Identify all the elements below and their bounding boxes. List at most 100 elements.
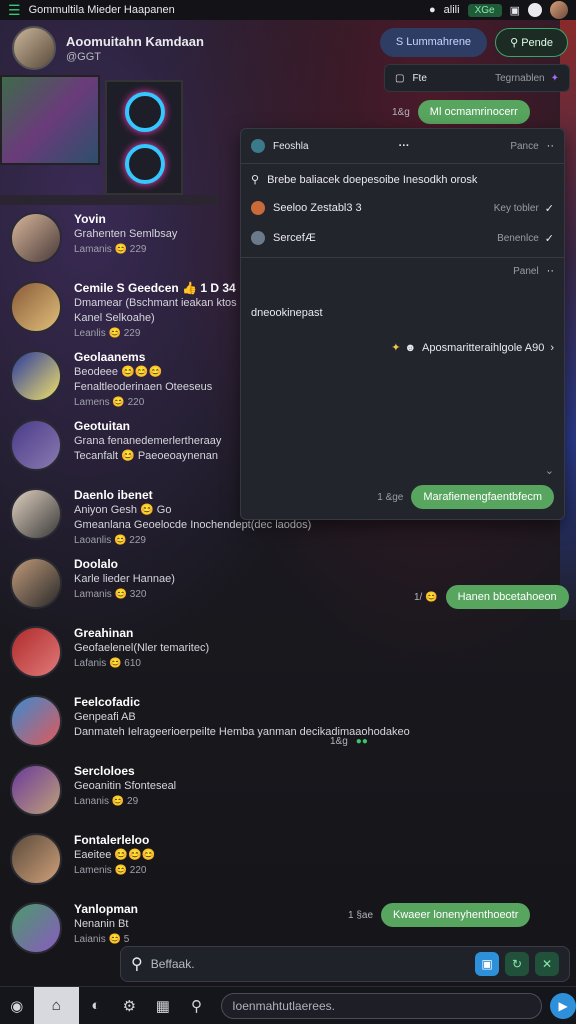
message-time: 1 §ae bbox=[348, 909, 374, 921]
message-time: 1 &ge bbox=[377, 491, 404, 503]
contact-text: Sercloloes Geoanitin Sfonteseal Lananis 😊 … bbox=[74, 764, 176, 833]
chevron-down-icon[interactable]: ⌄ bbox=[545, 464, 554, 477]
panel-label-row: dneookinepast bbox=[251, 307, 554, 319]
contact-time: Leanlis 😊 229 bbox=[74, 328, 141, 339]
status-label: alili bbox=[443, 4, 460, 16]
more-icon[interactable]: ··· bbox=[399, 140, 410, 152]
contact-avatar bbox=[10, 626, 62, 678]
panel-section-right[interactable]: Panel bbox=[513, 266, 539, 277]
secondary-action-button[interactable]: ⚲ Pende bbox=[495, 28, 568, 57]
contacts-icon[interactable]: ◐ bbox=[79, 989, 113, 1023]
contact-list-item[interactable]: Greahinan Geofaelenel(Nler temaritec) Lafa… bbox=[10, 626, 250, 695]
panel-item-1-label: Seeloo Zestabl3 3 bbox=[273, 202, 362, 214]
file-icon: ▢ bbox=[395, 72, 405, 84]
panel-item-2[interactable]: SercefÆ Benenlce ✓ bbox=[251, 231, 554, 245]
community-header[interactable]: Aoomuitahn Kamdaan @GGT bbox=[12, 26, 204, 70]
item-avatar bbox=[251, 201, 265, 215]
contact-time: Lafanis 😊 610 bbox=[74, 658, 141, 669]
top-chat-row[interactable]: ▢ Fte Tegrnablen ✦ bbox=[384, 64, 570, 92]
message-bubble[interactable]: Ml ocmamrinocerr bbox=[417, 100, 530, 124]
settings-icon[interactable]: ⚙ bbox=[113, 989, 147, 1023]
contact-text: Cemile S Geedcen 👍 1 D 34 Dmamear (Bschma… bbox=[74, 281, 237, 350]
search-icon[interactable]: ⚲ bbox=[180, 989, 214, 1023]
contact-text: Greahinan Geofaelenel(Nler temaritec) Lafa… bbox=[74, 626, 209, 695]
send-icon[interactable]: ▶ bbox=[550, 992, 576, 1019]
home-icon[interactable]: ⌂ bbox=[33, 986, 79, 1024]
chat-message: 1&g ●● bbox=[330, 736, 368, 747]
contact-text: Doolalo Karle lieder Hannae) Lamanis 😊 320 bbox=[74, 557, 175, 626]
close-icon[interactable]: ✕ bbox=[535, 952, 559, 976]
community-name: Aoomuitahn Kamdaan bbox=[66, 33, 204, 49]
primary-action-button[interactable]: S Lummahrene bbox=[379, 28, 488, 57]
panel-message: 1 &ge Marafiemengfaentbfecm bbox=[251, 485, 554, 509]
contact-time: Lananis 😊 29 bbox=[74, 796, 139, 807]
status-pill[interactable]: XGe bbox=[467, 3, 502, 17]
contact-list-item[interactable]: Feelcofadic Genpeafi AB Danmateh Ielrageer… bbox=[10, 695, 410, 764]
grid-icon[interactable]: ▦ bbox=[146, 989, 180, 1023]
more-horizontal-icon[interactable]: ·· bbox=[547, 140, 554, 152]
message-bubble[interactable]: Marafiemengfaentbfecm bbox=[411, 485, 554, 509]
contact-text: Yovin Grahenten Semlbsay Lamanis 😊 229 bbox=[74, 212, 177, 281]
panel-item-1[interactable]: Seeloo Zestabl3 3 Key tobler ✓ bbox=[251, 201, 554, 215]
contact-avatar bbox=[10, 833, 62, 885]
message-time: 1&g bbox=[330, 736, 348, 747]
contact-line-2: Tecanfalt 😊 Paeoeoaynenan bbox=[74, 450, 218, 462]
contact-line: Dmamear (Bschmant ieakan ktos bbox=[74, 297, 237, 309]
contact-list-item[interactable]: Fontalerleloo Eaeitee 😊😊😊 Lamenis 😊 220 bbox=[10, 833, 250, 902]
camera-icon[interactable]: ▣ bbox=[510, 4, 520, 17]
top-chat-meta: Tegrnablen bbox=[495, 72, 545, 84]
contact-line: Grana fenanedemerlertheraay bbox=[74, 435, 222, 447]
profile-avatar[interactable] bbox=[550, 1, 568, 19]
top-chat-message: 1&g Ml ocmamrinocerr bbox=[392, 100, 530, 124]
shield-icon[interactable]: ◉ bbox=[0, 989, 34, 1023]
contact-time: Lamenis 😊 220 bbox=[74, 865, 147, 876]
contact-name: Geolaanems bbox=[74, 350, 146, 364]
edit-icon[interactable]: ✓ bbox=[545, 202, 554, 215]
chat-message: 1 §ae Kwaeer lonenyhenthoeotr bbox=[348, 903, 531, 927]
item-avatar bbox=[251, 231, 265, 245]
panel-title-right[interactable]: Pance bbox=[510, 141, 538, 152]
more-horizontal-icon[interactable]: ·· bbox=[547, 265, 554, 277]
contact-list-item[interactable]: Daenlo ibenet Aniyon Gesh 😊 Go Gmeanlana G… bbox=[10, 488, 311, 557]
edit-icon[interactable]: ✓ bbox=[545, 232, 554, 245]
message-bubble[interactable]: Hanen bbcetahoeon bbox=[445, 585, 569, 609]
pc-tower-image bbox=[105, 80, 183, 195]
contact-avatar bbox=[10, 212, 62, 264]
contact-list-item[interactable]: Sercloloes Geoanitin Sfonteseal Lananis 😊 … bbox=[10, 764, 250, 833]
message-time: 1&g bbox=[392, 106, 410, 118]
contact-line: Eaeitee 😊😊😊 bbox=[74, 849, 156, 861]
panel-label: dneookinepast bbox=[251, 307, 323, 319]
coin-icon: ● bbox=[429, 4, 436, 16]
message-bubble[interactable]: Kwaeer lonenyhenthoeotr bbox=[381, 903, 531, 927]
contact-time: Lamanis 😊 320 bbox=[74, 589, 147, 600]
contact-time: Lamanis 😊 229 bbox=[74, 244, 147, 255]
notification-icon[interactable] bbox=[528, 3, 542, 17]
contact-line-2: Gmeanlana Geoelocde Inochendept(dec laod… bbox=[74, 519, 312, 531]
contact-avatar bbox=[10, 281, 62, 333]
menu-icon[interactable]: ☰ bbox=[8, 2, 21, 19]
contact-list-item[interactable]: Cemile S Geedcen 👍 1 D 34 Dmamear (Bschma… bbox=[10, 281, 250, 350]
sparkle-icon: ✦ bbox=[391, 342, 401, 354]
contact-line-2: Fenaltleoderinaen Oteeseus bbox=[74, 381, 213, 393]
search-input[interactable]: Beffaak. bbox=[151, 957, 469, 971]
panel-line[interactable]: ⚲ Brebe baliacek doepesoibe Inesodkh oro… bbox=[251, 173, 554, 187]
contact-name: Sercloloes bbox=[74, 764, 135, 778]
panel-chevron-row: ⌄ bbox=[251, 464, 554, 477]
contact-avatar bbox=[10, 764, 62, 816]
contact-line: Grahenten Semlbsay bbox=[74, 228, 178, 240]
contact-name: Cemile S Geedcen 👍 1 D 34 bbox=[74, 281, 236, 295]
contact-line: Genpeafi AB bbox=[74, 711, 136, 723]
panel-item-2-right: Benenlce bbox=[497, 232, 539, 244]
reaction-icon: ●● bbox=[355, 736, 368, 747]
contact-list-item[interactable]: Geolaanems Beodeee 😊😊😊 Fenaltleoderinaen O… bbox=[10, 350, 250, 419]
contact-list-item[interactable]: Yovin Grahenten Semlbsay Lamanis 😊 229 bbox=[10, 212, 250, 281]
message-input[interactable]: Ioenmahtutlaerees. bbox=[221, 992, 543, 1019]
contact-list: Yovin Grahenten Semlbsay Lamanis 😊 229 Cemi… bbox=[10, 212, 410, 971]
lock-icon[interactable]: ▣ bbox=[475, 952, 499, 976]
panel-link-row[interactable]: ✦ ☻ Aposmaritteraihlgole A90 › bbox=[251, 341, 554, 355]
contact-list-item[interactable]: Geotuitan Grana fenanedemerlertheraay Teca… bbox=[10, 419, 250, 488]
refresh-icon[interactable]: ↻ bbox=[505, 952, 529, 976]
contact-line: Geofaelenel(Nler temaritec) bbox=[74, 642, 210, 654]
contact-list-item[interactable]: Doolalo Karle lieder Hannae) Lamanis 😊 320 bbox=[10, 557, 250, 626]
search-bar[interactable]: ⚲ Beffaak. ▣ ↻ ✕ bbox=[120, 946, 570, 982]
